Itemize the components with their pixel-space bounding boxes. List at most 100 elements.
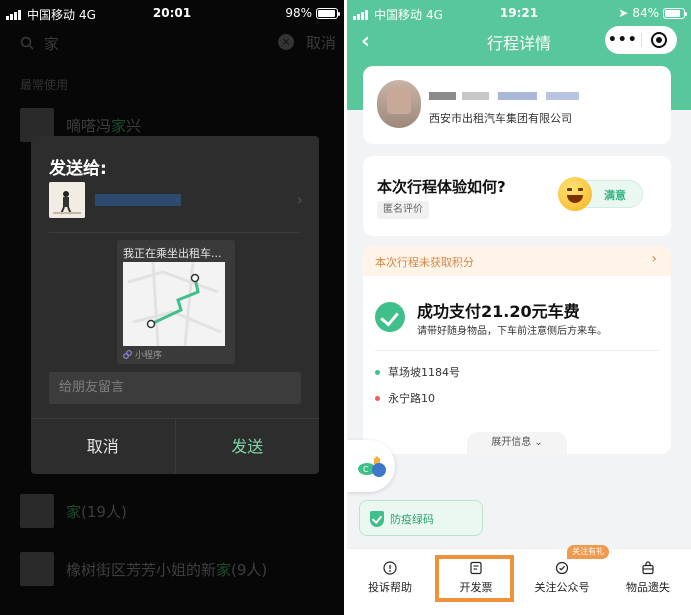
- floating-service-widget[interactable]: C: [347, 440, 395, 492]
- message-input[interactable]: 给朋友留言: [49, 372, 301, 404]
- expand-info-button[interactable]: 展开信息 ⌄: [467, 432, 567, 454]
- divider: [375, 350, 659, 351]
- invoice-icon: [470, 561, 482, 575]
- tab-lost-items[interactable]: 物品遗失: [605, 549, 691, 615]
- origin-address: 草场坡1184号: [388, 366, 460, 379]
- points-banner-text: 本次行程未获取积分: [375, 256, 474, 269]
- share-dialog: 发送给: › 我正在乘坐出租车... 小程序 给朋友留言 取消 发送: [31, 136, 319, 474]
- mini-program-capsule: •••: [605, 26, 677, 54]
- route-map-graphic: [123, 261, 225, 347]
- search-query: 家: [44, 34, 60, 53]
- divider: [49, 232, 301, 233]
- bag-icon: [642, 561, 654, 575]
- group-name-suffix: (19人): [81, 502, 127, 521]
- chevron-right-icon: ›: [296, 190, 303, 209]
- tab-label: 开发票: [459, 581, 493, 594]
- rating-card: 本次行程体验如何? 匿名评价 满意: [363, 156, 671, 236]
- contact-name-prefix: 嘀嗒冯: [66, 116, 112, 135]
- dialog-title: 发送给:: [49, 159, 107, 179]
- satisfied-label: 满意: [604, 189, 626, 202]
- svg-text:C: C: [363, 465, 369, 474]
- contact-name-highlight: 家: [111, 116, 127, 135]
- success-check-icon: [375, 302, 405, 332]
- contact-name: 嘀嗒冯家兴: [66, 115, 141, 136]
- tab-invoice[interactable]: 开发票: [433, 549, 519, 615]
- contact-name-suffix: 兴: [126, 116, 142, 135]
- group-name-suffix: (9人): [231, 560, 268, 579]
- bottom-action-bar: 投诉帮助 开发票 关注有礼 关注公众号 物品遗失: [347, 545, 691, 615]
- mini-program-card[interactable]: 我正在乘坐出租车... 小程序: [117, 240, 235, 364]
- tab-label: 物品遗失: [626, 581, 670, 594]
- group-row[interactable]: 家(19人): [20, 494, 127, 528]
- group-name: 家(19人): [66, 501, 127, 522]
- group-avatar: [20, 552, 54, 586]
- chevron-down-icon: ⌄: [534, 437, 543, 448]
- follow-icon: [555, 561, 569, 575]
- location-arrow-icon: ➤: [618, 6, 629, 20]
- destination-row: 永宁路10: [375, 390, 435, 406]
- status-bar: 中国移动 4G 20:01 98%: [0, 0, 344, 28]
- payment-card: 本次行程未获取积分 › 成功支付21.20元车费 请带好随身物品，下车前注意侧后…: [363, 246, 671, 454]
- recipient-row[interactable]: ›: [49, 182, 303, 218]
- close-mini-program-button[interactable]: [641, 32, 677, 48]
- close-target-icon: [651, 32, 668, 48]
- card-footer: 小程序: [123, 348, 162, 361]
- group-name-highlight: 家: [216, 560, 232, 579]
- tab-label: 投诉帮助: [368, 581, 412, 594]
- battery-icon: [663, 7, 687, 19]
- group-avatar: [20, 494, 54, 528]
- battery-percent: 98%: [285, 6, 312, 20]
- card-title: 我正在乘坐出租车...: [123, 247, 222, 260]
- status-bar: 中国移动 4G 19:21 ➤ 84%: [347, 0, 691, 28]
- origin-dot-icon: [375, 369, 380, 375]
- share-screen: 中国移动 4G 20:01 98% 家 × 取消 最常使用 嘀嗒冯家兴 家(19…: [0, 0, 344, 615]
- tab-follow-account[interactable]: 关注有礼 关注公众号: [519, 545, 610, 615]
- health-code-button[interactable]: 防疫绿码: [359, 500, 483, 536]
- more-menu-button[interactable]: •••: [605, 32, 641, 48]
- info-icon: [383, 561, 397, 575]
- status-right: 98%: [285, 6, 340, 20]
- trip-detail-screen: 中国移动 4G 19:21 ➤ 84% ‹ 行程详情 ••• 西安市出租汽车集团…: [347, 0, 691, 615]
- rating-question: 本次行程体验如何?: [377, 178, 506, 196]
- group-name-highlight: 家: [66, 502, 82, 521]
- clear-search-icon[interactable]: ×: [278, 34, 294, 50]
- cancel-button[interactable]: 取消: [31, 419, 176, 474]
- satisfied-button[interactable]: 满意: [558, 177, 643, 211]
- nav-bar: ‹ 行程详情 •••: [347, 26, 691, 56]
- route-map-thumbnail: [123, 261, 225, 347]
- origin-row: 草场坡1184号: [375, 364, 460, 380]
- points-banner[interactable]: 本次行程未获取积分 ›: [363, 246, 671, 276]
- destination-dot-icon: [375, 395, 380, 401]
- payment-subtitle: 请带好随身物品，下车前注意侧后方来车。: [417, 326, 607, 337]
- search-bar[interactable]: 家: [20, 28, 59, 58]
- group-name: 橡树街区芳芳小姐的新家(9人): [66, 559, 267, 580]
- driver-avatar: [377, 80, 421, 128]
- payment-title: 成功支付21.20元车费: [417, 302, 580, 321]
- section-recent-label: 最常使用: [20, 78, 69, 92]
- group-row[interactable]: 橡树街区芳芳小姐的新家(9人): [20, 552, 267, 586]
- health-code-label: 防疫绿码: [390, 513, 434, 526]
- gift-badge: 关注有礼: [567, 545, 610, 559]
- card-source: 小程序: [135, 351, 163, 361]
- battery-percent: 84%: [632, 6, 659, 20]
- driver-name-masked: [429, 92, 579, 100]
- dialog-actions: 取消 发送: [31, 418, 319, 474]
- search-cancel-button[interactable]: 取消: [306, 32, 336, 53]
- person-figure-icon: [49, 182, 85, 218]
- shield-check-icon: [370, 511, 384, 527]
- mini-program-icon: [123, 350, 132, 359]
- recipient-name-masked: [95, 194, 181, 206]
- search-icon: [20, 36, 34, 50]
- group-name-prefix: 橡树街区芳芳小姐的新: [66, 560, 217, 579]
- smiley-face-icon: [558, 177, 592, 211]
- tab-label: 关注公众号: [534, 581, 590, 594]
- battery-fill: [665, 9, 680, 17]
- anonymous-tag: 匿名评价: [377, 201, 429, 219]
- send-button[interactable]: 发送: [176, 419, 320, 474]
- recipient-avatar: [49, 182, 85, 218]
- driver-card: 西安市出租汽车集团有限公司: [363, 66, 671, 144]
- chevron-right-icon: ›: [651, 251, 657, 267]
- status-right: ➤ 84%: [618, 6, 687, 20]
- tab-complaint-help[interactable]: 投诉帮助: [347, 549, 433, 615]
- driver-company: 西安市出租汽车集团有限公司: [429, 112, 572, 125]
